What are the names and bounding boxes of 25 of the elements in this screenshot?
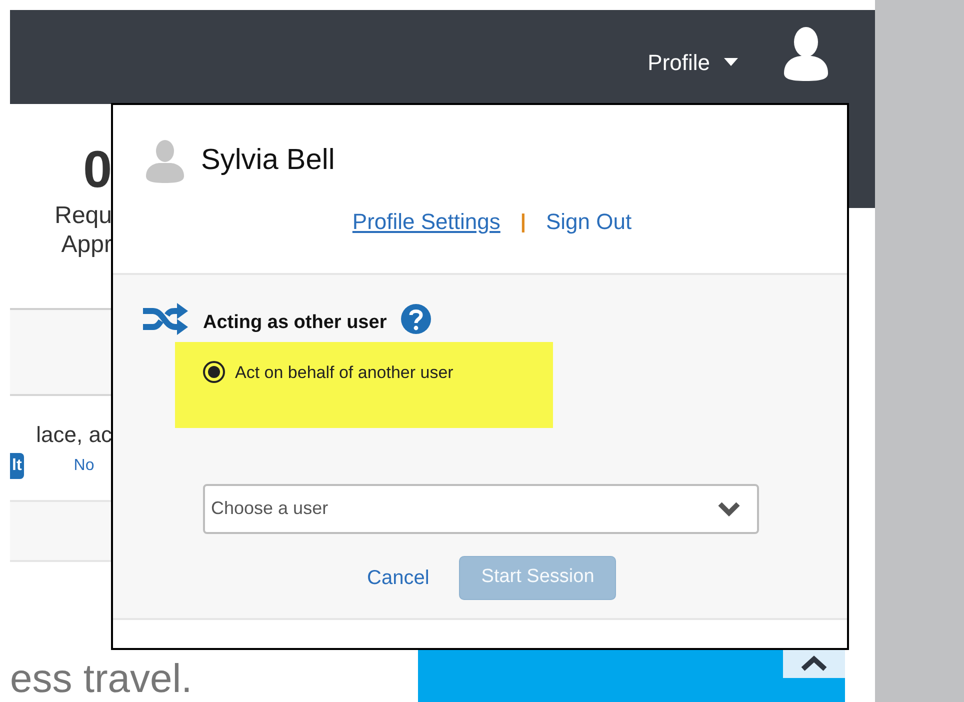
radio-button[interactable] xyxy=(203,361,225,384)
user-avatar-icon xyxy=(145,139,185,183)
action-button[interactable]: lt xyxy=(10,453,24,479)
user-name: Sylvia Bell xyxy=(201,143,335,178)
sign-out-link[interactable]: Sign Out xyxy=(546,205,632,238)
stat-value: 0 xyxy=(83,144,112,196)
shuffle-icon xyxy=(141,302,189,336)
link[interactable]: No xyxy=(74,454,94,478)
cancel-link[interactable]: Cancel xyxy=(367,562,430,592)
section-title: Acting as other user xyxy=(203,311,387,335)
scroll-up-button[interactable] xyxy=(783,648,845,678)
profile-menu-button[interactable]: Profile xyxy=(648,46,738,78)
body-text: lace, ac xyxy=(36,421,112,449)
link-separator: | xyxy=(520,210,526,234)
chevron-down-icon xyxy=(717,500,741,516)
user-select[interactable]: Choose a user xyxy=(203,484,759,534)
caret-up-icon xyxy=(800,655,828,671)
headline: ess travel. xyxy=(10,656,192,702)
radio-option[interactable]: Act on behalf of another user xyxy=(203,360,553,385)
avatar-icon[interactable] xyxy=(782,25,830,81)
help-icon[interactable] xyxy=(400,304,431,334)
caret-down-icon xyxy=(724,58,738,66)
stat-label: Appr xyxy=(61,230,112,260)
stat-label: Requ xyxy=(54,202,112,231)
profile-settings-link[interactable]: Profile Settings xyxy=(352,205,500,238)
